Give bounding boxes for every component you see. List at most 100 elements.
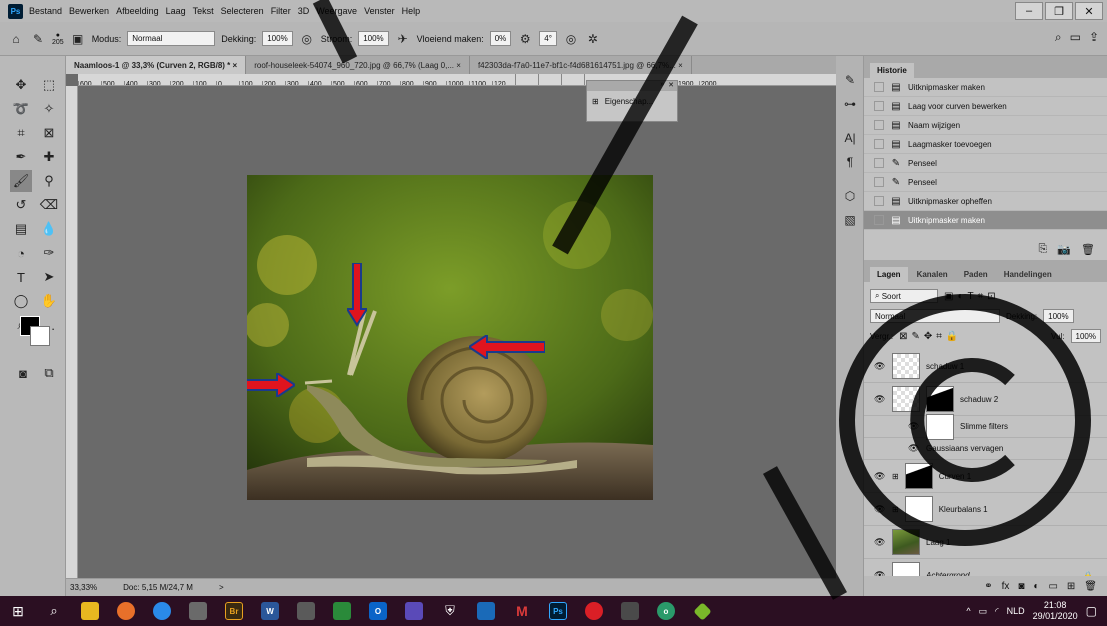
tab-historie[interactable]: Historie bbox=[870, 63, 914, 78]
green-shape-app-icon[interactable] bbox=[684, 596, 720, 626]
character-icon[interactable]: A| bbox=[836, 126, 864, 150]
gmail-icon[interactable]: M bbox=[504, 596, 540, 626]
filter-type-icons[interactable]: ▣◐T⌗⊡ bbox=[944, 291, 1000, 302]
tab-paden[interactable]: Paden bbox=[957, 267, 995, 282]
menu-filter[interactable]: Filter bbox=[271, 6, 291, 16]
network-icon[interactable]: ▭ bbox=[979, 606, 988, 617]
layer-row[interactable]: 👁 schaduw 2 bbox=[864, 383, 1107, 416]
lock-icons[interactable]: ⊠✎✥⌗🔒 bbox=[899, 331, 962, 342]
menu-selecteren[interactable]: Selecteren bbox=[221, 6, 264, 16]
adjustments-icon[interactable]: ⊶ bbox=[836, 92, 864, 116]
layer-name[interactable]: Curven 1 bbox=[939, 472, 971, 481]
marquee-tool-icon[interactable]: ⬚ bbox=[38, 74, 60, 96]
close-icon[interactable]: × bbox=[456, 61, 461, 70]
layer-thumbnail[interactable] bbox=[892, 386, 920, 412]
fill-input[interactable]: 100% bbox=[1070, 329, 1101, 343]
type-tool-icon[interactable]: T bbox=[10, 266, 32, 288]
opacity-input[interactable]: 100% bbox=[1043, 309, 1074, 323]
layer-thumbnail[interactable] bbox=[892, 353, 920, 379]
properties-float-panel[interactable]: » ✕ ⊞ Eigenschap... bbox=[586, 80, 678, 122]
menu-venster[interactable]: Venster bbox=[364, 6, 395, 16]
tray-chevron-icon[interactable]: ^ bbox=[966, 606, 970, 616]
word-icon[interactable]: W bbox=[252, 596, 288, 626]
menu-bewerken[interactable]: Bewerken bbox=[69, 6, 109, 16]
layer-name[interactable]: Gaussiaans vervagen bbox=[926, 444, 1003, 453]
glyph-image-icon[interactable]: ▧ bbox=[836, 208, 864, 232]
healing-tool-icon[interactable]: ✚ bbox=[38, 146, 60, 168]
adjustment-layer-icon[interactable]: ◐ bbox=[1033, 581, 1039, 592]
frame-tool-icon[interactable]: ⊠ bbox=[38, 122, 60, 144]
properties-row[interactable]: ⊞ Eigenschap... bbox=[587, 91, 677, 112]
layer-row[interactable]: 👁 schaduw 1 bbox=[864, 350, 1107, 383]
history-snapshot-checkbox[interactable] bbox=[874, 177, 884, 187]
brush-panel-icon[interactable]: ▣ bbox=[70, 31, 86, 47]
close-window-button[interactable]: ✕ bbox=[1075, 2, 1103, 20]
edge-icon[interactable] bbox=[144, 596, 180, 626]
close-icon[interactable]: × bbox=[678, 61, 683, 70]
history-item[interactable]: ▤ Uitknipmasker opheffen bbox=[864, 192, 1107, 211]
eyedropper-tool-icon[interactable]: ✒ bbox=[10, 146, 32, 168]
blur-tool-icon[interactable]: 💧 bbox=[38, 218, 60, 240]
history-snapshot-checkbox[interactable] bbox=[874, 101, 884, 111]
layer-thumbnail[interactable] bbox=[926, 413, 954, 440]
close-icon[interactable]: × bbox=[233, 61, 238, 70]
brush-size-picker[interactable]: ● 205 bbox=[52, 32, 64, 46]
add-mask-icon[interactable]: ◙ bbox=[1018, 581, 1024, 592]
brush-preset-icon[interactable]: ✎ bbox=[30, 31, 46, 47]
photoshop-taskbar-icon[interactable]: Ps bbox=[540, 596, 576, 626]
visibility-eye-icon[interactable]: 👁 bbox=[874, 394, 886, 405]
camera-icon[interactable]: 📷 bbox=[1057, 243, 1071, 256]
hand-tool-icon[interactable]: ✋ bbox=[38, 290, 60, 312]
pressure-opacity-icon[interactable]: ◎ bbox=[299, 31, 315, 47]
green-app-icon[interactable] bbox=[324, 596, 360, 626]
dekking-input[interactable]: 100% bbox=[262, 31, 293, 46]
history-item[interactable]: ▤ Uitknipmasker maken bbox=[864, 211, 1107, 230]
menu-help[interactable]: Help bbox=[402, 6, 421, 16]
visibility-eye-icon[interactable]: 👁 bbox=[908, 443, 920, 454]
visibility-eye-icon[interactable]: 👁 bbox=[874, 537, 886, 548]
group-icon[interactable]: ▭ bbox=[1048, 581, 1057, 592]
history-item[interactable]: ▤ Uitknipmasker maken bbox=[864, 78, 1107, 97]
doc-tab-snail[interactable]: f42303da-f7a0-11e7-bf1c-f4d681614751.jpg… bbox=[470, 56, 692, 74]
layer-name[interactable]: Slimme filters bbox=[960, 422, 1008, 431]
clock[interactable]: 21:08 29/01/2020 bbox=[1033, 600, 1078, 622]
layer-thumbnail[interactable] bbox=[904, 463, 933, 489]
menu-weergave[interactable]: Weergave bbox=[316, 6, 357, 16]
layer-row[interactable]: 👁 ⊞ Kleurbalans 1 bbox=[864, 493, 1107, 526]
media-app-icon[interactable] bbox=[468, 596, 504, 626]
modus-select[interactable]: Normaal bbox=[127, 31, 216, 46]
vloeiend-input[interactable]: 0% bbox=[489, 31, 512, 46]
share-icon[interactable]: ⇪ bbox=[1089, 30, 1099, 45]
visibility-eye-icon[interactable]: 👁 bbox=[908, 421, 920, 432]
ellipse-tool-icon[interactable]: ◯ bbox=[10, 290, 32, 312]
path-select-tool-icon[interactable]: ➤ bbox=[38, 266, 60, 288]
home-icon[interactable]: ⌂ bbox=[8, 31, 24, 47]
close-icon[interactable]: ✕ bbox=[668, 81, 674, 91]
o-app-icon[interactable]: o bbox=[648, 596, 684, 626]
layer-name[interactable]: Kleurbalans 1 bbox=[939, 505, 988, 514]
visibility-eye-icon[interactable]: 👁 bbox=[874, 471, 886, 482]
link-layers-icon[interactable]: ⚭ bbox=[984, 581, 992, 592]
history-item[interactable]: ✎ Penseel bbox=[864, 173, 1107, 192]
zoom-level[interactable]: 33,33% bbox=[70, 583, 97, 592]
history-item[interactable]: ✎ Penseel bbox=[864, 154, 1107, 173]
trash-icon[interactable]: 🗑 bbox=[1084, 581, 1097, 592]
wifi-icon[interactable]: ◜ bbox=[995, 606, 999, 617]
pen-tool-icon[interactable]: ✑ bbox=[38, 242, 60, 264]
new-layer-icon[interactable]: ⊞ bbox=[1067, 581, 1075, 592]
pressure-size-icon[interactable]: ◎ bbox=[563, 31, 579, 47]
history-snapshot-checkbox[interactable] bbox=[874, 158, 884, 168]
history-snapshot-checkbox[interactable] bbox=[874, 139, 884, 149]
purple-app-icon[interactable] bbox=[396, 596, 432, 626]
menu-bestand[interactable]: Bestand bbox=[29, 6, 62, 16]
history-item[interactable]: ▤ Naam wijzigen bbox=[864, 116, 1107, 135]
magic-wand-tool-icon[interactable]: ✧ bbox=[38, 98, 60, 120]
eraser-tool-icon[interactable]: ⌫ bbox=[38, 194, 60, 216]
gear-icon[interactable]: ⚙ bbox=[517, 31, 533, 47]
outlook-icon[interactable]: O bbox=[360, 596, 396, 626]
stroom-input[interactable]: 100% bbox=[358, 31, 389, 46]
history-snapshot-checkbox[interactable] bbox=[874, 82, 884, 92]
creative-cloud-icon[interactable] bbox=[576, 596, 612, 626]
notifications-icon[interactable]: ▢ bbox=[1086, 604, 1097, 618]
menu-3d[interactable]: 3D bbox=[298, 6, 310, 16]
